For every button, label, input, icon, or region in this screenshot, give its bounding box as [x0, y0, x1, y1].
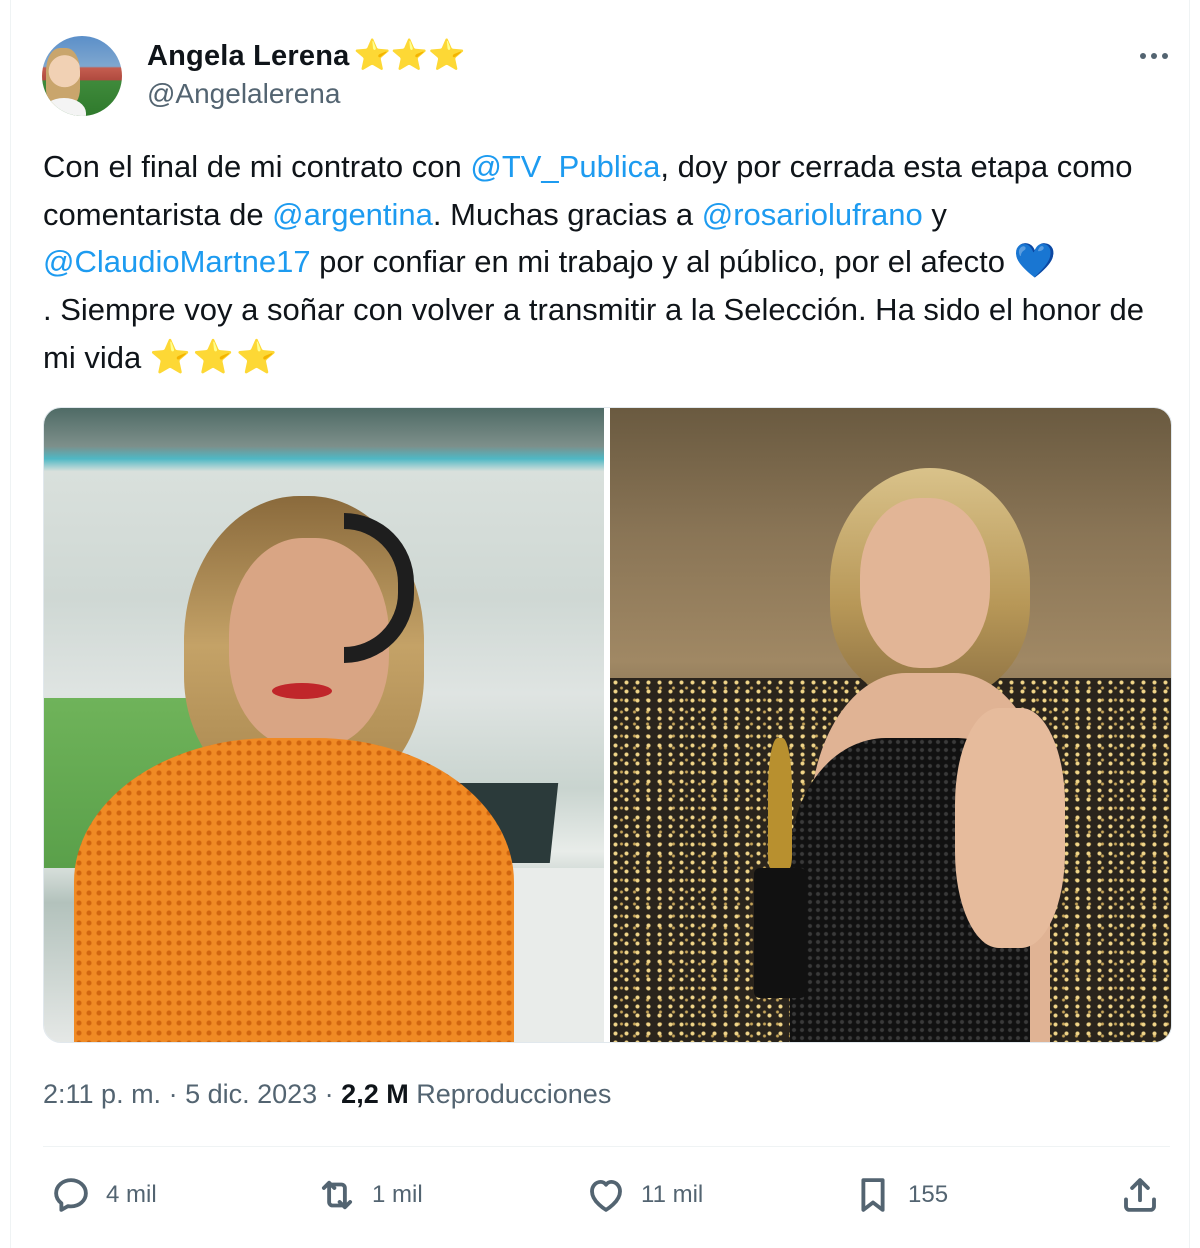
mention-link[interactable]: @TV_Publica: [470, 149, 660, 184]
meta-separator: ·: [317, 1078, 342, 1109]
heart-icon: [590, 1179, 622, 1212]
bookmark-icon: [861, 1178, 885, 1212]
tweet-time[interactable]: 2:11 p. m.: [43, 1079, 161, 1110]
photo-lips: [272, 683, 332, 699]
more-options-button[interactable]: [1132, 46, 1176, 66]
avatar[interactable]: [42, 36, 122, 116]
more-dot: [1151, 53, 1157, 59]
trophy-base: [754, 868, 806, 998]
photo-trophy: [754, 738, 806, 998]
author-handle[interactable]: @Angelalerena: [147, 78, 340, 110]
tweet-text-segment: Con el final de mi contrato con: [43, 149, 471, 184]
reply-button[interactable]: 4 mil: [50, 1168, 157, 1222]
tweet-date[interactable]: 5 dic. 2023: [185, 1079, 317, 1110]
meta-separator: ·: [161, 1078, 186, 1109]
avatar-shirt: [42, 98, 86, 116]
share-button[interactable]: [1119, 1168, 1161, 1222]
tweet-text-segment: y: [922, 196, 947, 232]
bookmark-button[interactable]: 155: [852, 1168, 948, 1222]
tweet-text-segment: por confiar en mi trabajo y al público, …: [310, 244, 1014, 279]
mention-link[interactable]: @rosariolufrano: [702, 197, 923, 232]
views-count: 2,2 M: [341, 1078, 409, 1109]
blue-heart-emoji: 💙: [1013, 242, 1056, 280]
mention-link[interactable]: @argentina: [272, 197, 433, 232]
author-badge-stars: ⭐⭐⭐: [353, 39, 466, 72]
reply-count: 4 mil: [106, 1181, 157, 1208]
views-label: Reproducciones: [408, 1078, 612, 1109]
stars-emoji: ⭐⭐⭐: [149, 338, 280, 375]
share-icon: [1124, 1178, 1156, 1212]
photo-sweater: [74, 738, 514, 1042]
tweet-text: Con el final de mi contrato con @TV_Publ…: [43, 143, 1178, 382]
retweet-icon: [321, 1180, 353, 1210]
retweet-count: 1 mil: [372, 1181, 423, 1208]
bookmark-count: 155: [908, 1181, 949, 1208]
media-grid: [43, 407, 1172, 1043]
tweet-meta: 2:11 p. m. · 5 dic. 2023 · 2,2 M Reprodu…: [43, 1076, 611, 1112]
photo-stadium-commentator[interactable]: [44, 408, 604, 1042]
photo-tattooed-arm: [955, 708, 1065, 948]
mention-link[interactable]: @ClaudioMartne17: [43, 244, 311, 279]
photo-award-ceremony[interactable]: [610, 408, 1171, 1042]
more-horizontal-icon: [1140, 53, 1146, 59]
photo-face: [860, 498, 990, 668]
like-count: 11 mil: [641, 1181, 704, 1208]
trophy-figure: [768, 738, 792, 868]
reply-icon: [54, 1178, 88, 1212]
like-button[interactable]: 11 mil: [585, 1168, 703, 1222]
divider: [43, 1146, 1170, 1147]
tweet-text-segment: . Muchas gracias a: [432, 196, 702, 232]
author-name-row: Angela Lerena ⭐⭐⭐: [147, 36, 466, 76]
action-bar: 4 mil 1 mil 11 mil 155: [0, 1168, 1200, 1222]
retweet-button[interactable]: 1 mil: [316, 1168, 423, 1222]
author-name[interactable]: Angela Lerena: [147, 40, 349, 73]
more-dot: [1162, 53, 1168, 59]
